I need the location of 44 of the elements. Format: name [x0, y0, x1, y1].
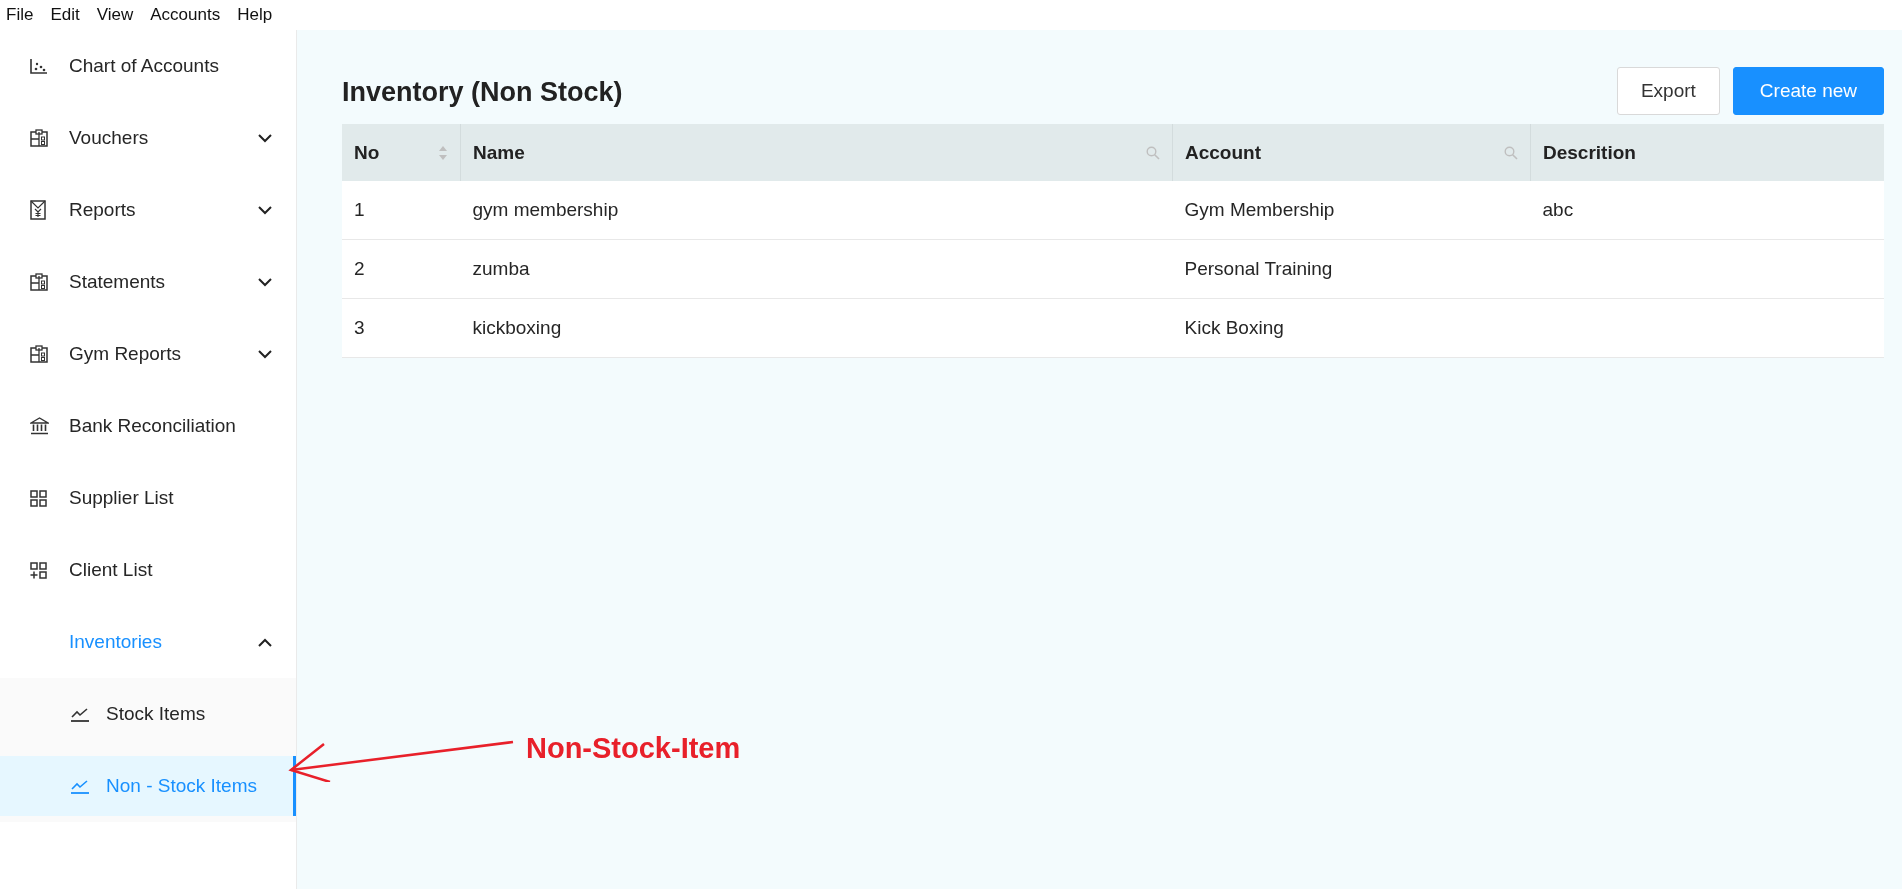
table-cell: zumba — [472, 258, 530, 279]
clipboard-icon — [30, 129, 48, 147]
table-cell: 2 — [354, 258, 365, 279]
sort-icon[interactable] — [438, 144, 448, 161]
search-icon[interactable] — [1504, 145, 1518, 160]
sidebar-item[interactable]: Client List — [0, 534, 296, 606]
sidebar-item[interactable]: Statements — [0, 246, 296, 318]
menu-item[interactable]: Accounts — [150, 5, 221, 25]
column-header[interactable]: No — [342, 124, 461, 181]
grid-icon — [30, 489, 47, 507]
menu-item[interactable]: Help — [237, 5, 273, 25]
sidebar-item[interactable]: Supplier List — [0, 462, 296, 534]
table-cell: Kick Boxing — [1184, 317, 1284, 338]
table-cell: Personal Training — [1184, 258, 1333, 279]
sidebar-item[interactable]: Bank Reconciliation — [0, 390, 296, 462]
table-cell: gym membership — [472, 199, 619, 220]
sidebar-item[interactable]: Reports — [0, 174, 296, 246]
menu-item[interactable]: File — [6, 5, 34, 25]
sidebar-subitem[interactable]: Stock Items — [0, 684, 296, 744]
grid-add-icon — [30, 561, 47, 579]
table-cell: 1 — [354, 199, 365, 220]
page-title: Inventory (Non Stock) — [342, 77, 623, 108]
line-chart-icon — [70, 706, 90, 722]
bank-icon — [30, 417, 49, 435]
annotation-label: Non-Stock-Item — [526, 732, 741, 765]
menu-item[interactable]: Edit — [50, 5, 80, 25]
line-chart-icon — [70, 778, 90, 794]
column-header[interactable]: Name — [460, 124, 1173, 181]
sidebar-item[interactable]: Gym Reports — [0, 318, 296, 390]
table-cell: abc — [1542, 199, 1574, 220]
table-cell: 3 — [354, 317, 365, 338]
receipt-icon — [30, 200, 46, 220]
column-header[interactable]: Account — [1172, 124, 1531, 181]
clipboard-icon — [30, 345, 48, 363]
scatter-chart-icon — [30, 58, 48, 74]
sidebar-item[interactable]: Vouchers — [0, 102, 296, 174]
column-header[interactable]: Descrition — [1530, 124, 1884, 181]
table-cell: kickboxing — [472, 317, 562, 338]
clipboard-icon — [30, 273, 48, 291]
export-button[interactable]: Export — [1616, 67, 1720, 115]
search-icon[interactable] — [1146, 145, 1160, 160]
menu-item[interactable]: View — [96, 5, 134, 25]
table-cell: Gym Membership — [1184, 199, 1335, 220]
sidebar-item[interactable]: Chart of Accounts — [0, 30, 296, 102]
